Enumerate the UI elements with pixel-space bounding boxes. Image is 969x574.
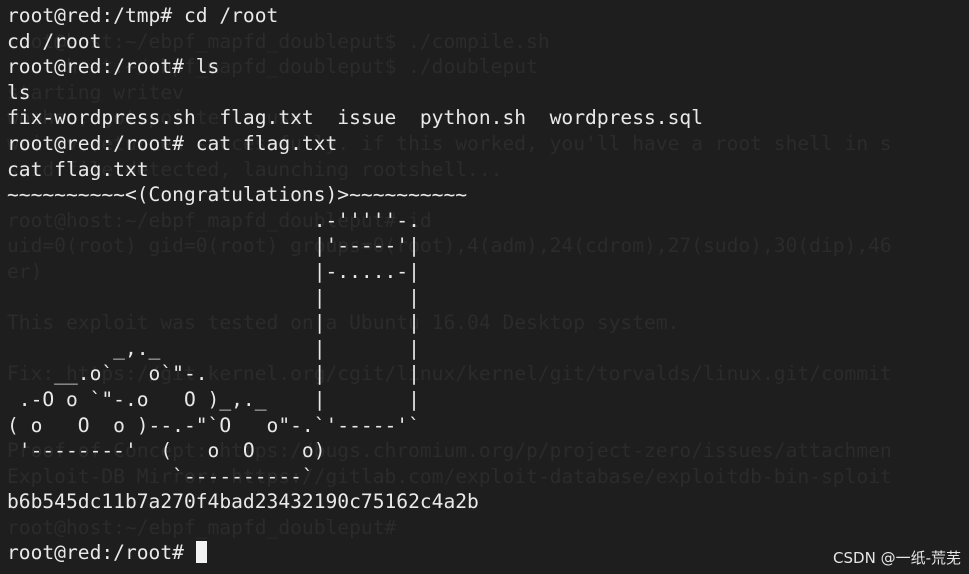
terminal-line: fix-wordpress.sh flag.txt issue python.s… xyxy=(7,106,703,130)
terminal-line: | | xyxy=(7,285,420,309)
prompt-line[interactable]: root@red:/root# xyxy=(7,540,703,566)
terminal-line: root@red:/tmp# cd /root xyxy=(7,4,279,27)
terminal-line: `----------` xyxy=(7,464,314,488)
block-cursor xyxy=(195,541,207,564)
terminal-window[interactable]: root@host:~/ebpf_mapfd_doubleput$ ./comp… xyxy=(0,0,969,574)
terminal-line: cat flag.txt xyxy=(7,157,149,181)
terminal-line: .-O o `"-.o O )_,._ | | xyxy=(7,387,420,411)
terminal-line: __.o` o`"-. | | xyxy=(7,362,420,386)
terminal-line: | | xyxy=(7,311,420,335)
terminal-output: root@red:/tmp# cd /root cd /root root@red:… xyxy=(0,0,710,566)
terminal-line: .-'''''-. xyxy=(7,208,420,232)
csdn-watermark: CSDN @一纸-荒芜 xyxy=(833,549,961,567)
terminal-line: ( o O o )--.-"`O o"-.`'-----'` xyxy=(7,413,420,437)
terminal-line: '--------' ( o O o) xyxy=(7,439,326,463)
terminal-line: _,._ | | xyxy=(7,336,420,360)
terminal-line: cd /root xyxy=(7,29,102,53)
terminal-line: root@red:/root# cat flag.txt xyxy=(7,131,338,155)
terminal-line: ~~~~~~~~~~<(Congratulations)>~~~~~~~~~~ xyxy=(7,183,468,207)
terminal-line: ls xyxy=(7,80,31,104)
terminal-line: b6b545dc11b7a270f4bad23432190c75162c4a2b xyxy=(7,490,479,514)
shell-prompt: root@red:/root# xyxy=(7,541,196,565)
terminal-line: |-.....-| xyxy=(7,259,420,283)
terminal-line: root@red:/root# ls xyxy=(7,55,220,79)
terminal-line: |'-----'| xyxy=(7,234,420,258)
